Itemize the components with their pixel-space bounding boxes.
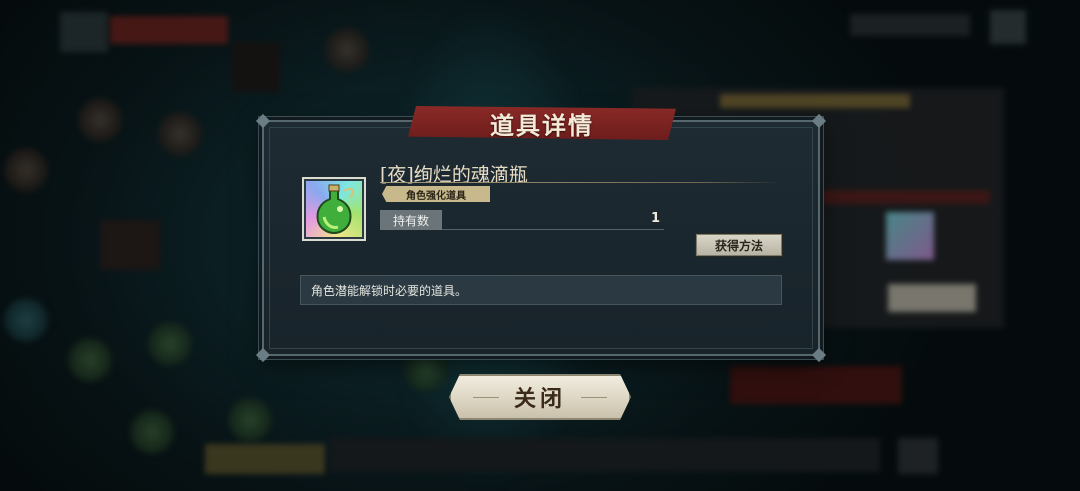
owned-count-value: 1	[650, 211, 660, 226]
acquire-method-button[interactable]: 获得方法	[696, 234, 782, 256]
dialog-title: 道具详情	[490, 110, 594, 140]
divider	[380, 182, 782, 183]
decoration	[473, 397, 499, 398]
item-detail-dialog: 道具详情 [夜]绚烂的魂滴瓶 角色强化道具 持有数 1 获得方法 角色潜能解锁时…	[255, 106, 827, 363]
green-potion-bottle-icon	[302, 177, 366, 241]
owned-count-label: 持有数	[380, 210, 442, 230]
close-button-label: 关闭	[513, 386, 566, 412]
owned-count-row: 持有数 1	[380, 210, 664, 230]
item-description: 角色潜能解锁时必要的道具。	[300, 275, 782, 305]
item-type-tag: 角色强化道具	[382, 186, 490, 202]
dialog-title-banner: 道具详情	[408, 106, 676, 140]
close-button[interactable]: 关闭	[449, 374, 631, 420]
decoration	[581, 397, 607, 398]
